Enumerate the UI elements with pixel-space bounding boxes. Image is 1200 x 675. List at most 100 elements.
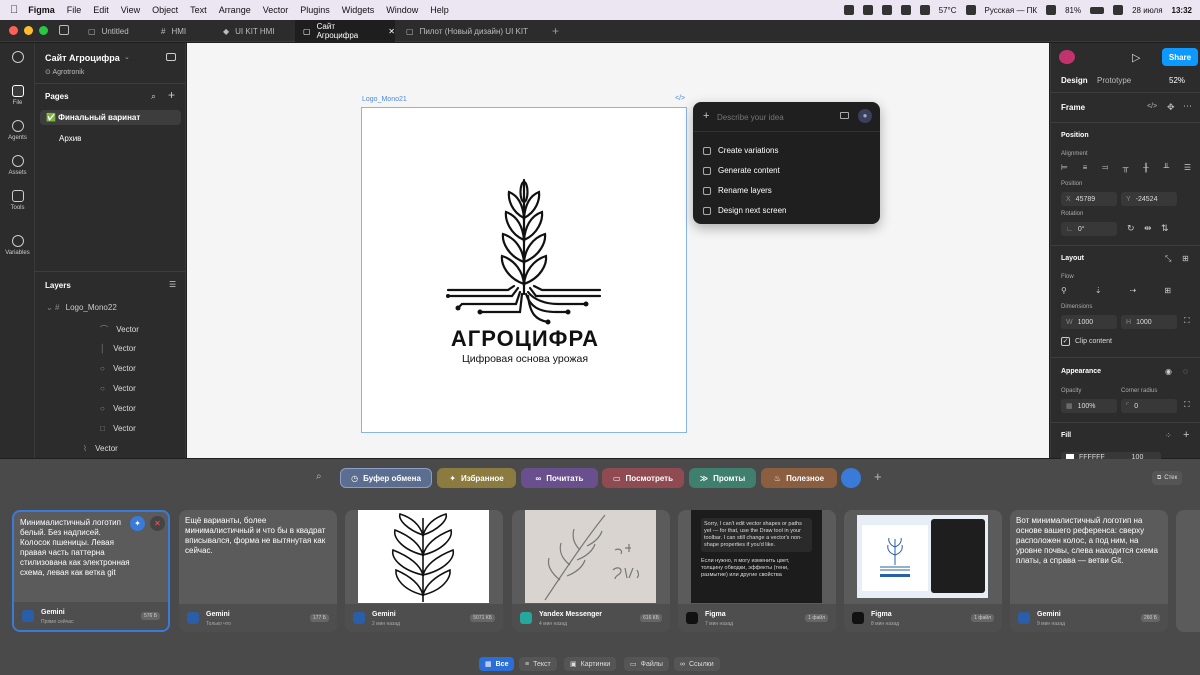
control-center-icon[interactable] [1113, 5, 1124, 15]
menu-widgets[interactable]: Widgets [342, 5, 375, 15]
design-canvas[interactable]: Logo_Mono21 </> АГРОЦИФРА Цифровая основ… [187, 43, 1049, 458]
menu-file[interactable]: File [67, 5, 82, 15]
idea-input[interactable] [717, 111, 827, 123]
width-field[interactable]: W 1000 [1061, 315, 1117, 329]
rotate-icon[interactable]: ↻ [1127, 223, 1135, 234]
chip-watch[interactable]: ▭ Посмотреть [602, 468, 684, 488]
tab-untitled[interactable]: ▢ Untitled [80, 20, 153, 42]
rail-variables[interactable]: Variables [0, 235, 35, 256]
status-icon[interactable] [900, 5, 911, 15]
corner-radius-field[interactable]: ⌜ 0 [1121, 399, 1177, 413]
time-readout[interactable]: 13:32 [1172, 6, 1192, 15]
new-tab-button[interactable]: + [552, 24, 559, 38]
figma-menu-icon[interactable] [0, 51, 35, 66]
vertical-flow-icon[interactable]: ⇣ [1095, 286, 1102, 298]
layer-row[interactable]: ⌒ Vector [100, 324, 139, 335]
minimize-window-button[interactable] [24, 26, 33, 35]
menu-text[interactable]: Text [190, 5, 207, 15]
clip-card[interactable]: Sorry, I can't edit vector shapes or pat… [678, 510, 836, 632]
menu-help[interactable]: Help [430, 5, 449, 15]
tab-prototype[interactable]: Prototype [1097, 76, 1131, 85]
tab-pilot-ui-kit[interactable]: ▢ Пилот (Новый дизайн) UI KIT [398, 20, 538, 42]
grid-flow-icon[interactable]: ⊞ [1164, 286, 1171, 298]
align-top-icon[interactable]: ╥ [1123, 163, 1129, 175]
menu-app-name[interactable]: Figma [28, 5, 55, 15]
chip-clipboard[interactable]: ◷ Буфер обмена [340, 468, 432, 488]
flip-horizontal-icon[interactable]: ⇹ [1144, 223, 1152, 234]
menu-arrange[interactable]: Arrange [219, 5, 251, 15]
frame-type[interactable]: Frame [1061, 103, 1085, 112]
clip-card[interactable]: Yandex Messenger 4 мин назад 616 КБ [512, 510, 670, 632]
microphone-icon[interactable]: ● [858, 109, 872, 123]
play-icon[interactable]: ▷ [1132, 51, 1140, 64]
styles-icon[interactable]: ⁘ [1165, 431, 1172, 440]
plus-icon[interactable]: + [703, 110, 709, 122]
clip-card[interactable]: Минималистичный логотип белый. Без надпи… [12, 510, 170, 632]
battery-percent[interactable]: 81% [1065, 6, 1081, 15]
search-icon[interactable]: ⌕ [316, 471, 322, 482]
chip-useful[interactable]: ♨ Полезное [761, 468, 837, 488]
layer-row[interactable]: □ Vector [100, 424, 136, 433]
resize-icon[interactable]: ⤡ [1165, 254, 1171, 264]
chip-favorites[interactable]: ✦ Избранное [437, 468, 516, 488]
status-icon[interactable] [881, 5, 892, 15]
temperature-readout[interactable]: 57°C [939, 6, 957, 15]
align-left-icon[interactable]: ⊨ [1061, 163, 1068, 175]
layer-row[interactable]: ○ Vector [100, 384, 136, 393]
layer-row[interactable]: ○ Vector [100, 404, 136, 413]
logo-frame[interactable]: АГРОЦИФРА Цифровая основа урожая [361, 107, 687, 433]
close-window-button[interactable] [9, 26, 18, 35]
add-category-icon[interactable]: + [874, 469, 882, 484]
filter-links[interactable]: ∞ Ссылки [674, 657, 720, 671]
rail-file[interactable]: File [0, 85, 35, 106]
filter-images[interactable]: ▣ Картинки [564, 657, 617, 671]
layer-row-root[interactable]: ⌄ # Logo_Mono22 [46, 303, 117, 312]
flip-vertical-icon[interactable]: ⇅ [1161, 223, 1169, 234]
create-variations-item[interactable]: Create variations [703, 146, 778, 155]
clip-content-checkbox[interactable]: ✓ Clip content [1061, 337, 1112, 346]
page-item-final[interactable]: ✅ Финальный варинат [46, 113, 140, 122]
clip-card[interactable]: Figma 8 мин назад 1 файл [844, 510, 1002, 632]
project-name[interactable]: Сайт Агроцифра [45, 53, 120, 63]
keyboard-layout[interactable]: Русская — ПК [985, 6, 1038, 15]
menu-object[interactable]: Object [152, 5, 178, 15]
eye-icon[interactable]: ◉ [1165, 367, 1172, 376]
corners-icon[interactable]: ⛶ [1184, 400, 1190, 410]
menu-plugins[interactable]: Plugins [300, 5, 330, 15]
zoom-window-button[interactable] [39, 26, 48, 35]
add-fill-icon[interactable]: + [1183, 429, 1189, 441]
menu-edit[interactable]: Edit [93, 5, 109, 15]
tab-design[interactable]: Design [1061, 76, 1088, 85]
align-bottom-icon[interactable]: ╨ [1163, 163, 1169, 175]
rename-layers-item[interactable]: Rename layers [703, 186, 772, 195]
horizontal-flow-icon[interactable]: ⇢ [1130, 286, 1137, 298]
chevron-down-icon[interactable]: ⌄ [124, 53, 130, 61]
apple-icon[interactable]:  [10, 4, 18, 16]
search-icon[interactable]: ⌕ [151, 91, 156, 102]
sidebar-toggle-icon[interactable] [166, 53, 176, 61]
share-button[interactable]: Share [1162, 48, 1198, 66]
zoom-level[interactable]: 52% [1169, 76, 1185, 85]
frame-label[interactable]: Logo_Mono21 [362, 96, 407, 103]
x-field[interactable]: X 45789 [1061, 192, 1117, 206]
chip-prompts[interactable]: ≫ Промты [689, 468, 756, 488]
generate-content-item[interactable]: Generate content [703, 166, 780, 175]
design-next-screen-item[interactable]: Design next screen [703, 206, 786, 215]
distribute-icon[interactable]: ☰ [1184, 163, 1191, 175]
globe-icon[interactable] [841, 468, 861, 488]
battery-icon[interactable] [1090, 6, 1105, 14]
code-icon[interactable]: </> [675, 95, 685, 102]
freeform-icon[interactable]: ⚲ [1061, 286, 1067, 298]
team-name[interactable]: ⊙ Agrotronik [45, 68, 84, 76]
tab-sayt-agrocifra[interactable]: ▢ Сайт Агроцифра ✕ [295, 20, 395, 42]
y-field[interactable]: Y -24524 [1121, 192, 1177, 206]
rail-tools[interactable]: Tools [0, 190, 35, 211]
align-center-icon[interactable]: ≡ [1083, 163, 1088, 175]
clip-card[interactable]: Gemini 2 мин назад 5071 КБ [345, 510, 503, 632]
filter-files[interactable]: ▭ Файлы [624, 657, 669, 671]
menu-view[interactable]: View [121, 5, 140, 15]
avatar[interactable] [1059, 50, 1075, 64]
layers-list-icon[interactable]: ☰ [169, 280, 176, 289]
add-page-icon[interactable]: + [168, 88, 175, 102]
close-tab-icon[interactable]: ✕ [388, 27, 395, 36]
